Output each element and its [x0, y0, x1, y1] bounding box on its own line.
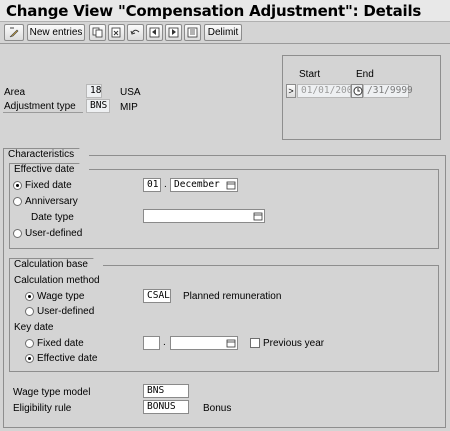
chevron-right-icon: >: [288, 86, 294, 96]
copy-button[interactable]: [89, 24, 106, 41]
calculation-method-label: Calculation method: [14, 275, 100, 286]
eligibility-rule-text: Bonus: [203, 403, 232, 414]
delete-button[interactable]: [108, 24, 125, 41]
select-block-button[interactable]: [184, 24, 201, 41]
effective-date-title: Effective date: [9, 163, 90, 176]
delimit-label: Delimit: [207, 27, 239, 38]
characteristics-title: Characteristics: [3, 148, 90, 161]
anniversary-label: Anniversary: [25, 196, 78, 207]
key-date-label: Key date: [14, 322, 54, 333]
key-day-field[interactable]: [143, 336, 160, 350]
fixed-day-field[interactable]: 01: [143, 178, 161, 192]
date-type-label: Date type: [31, 212, 74, 223]
adjustment-type-field: BNS: [86, 99, 110, 113]
area-label: Area: [4, 87, 26, 98]
adjustment-type-text: MIP: [120, 102, 138, 113]
dropdown-calendar-icon[interactable]: [226, 338, 236, 348]
calendar-icon: [353, 86, 363, 96]
start-label: Start: [299, 69, 321, 80]
key-date-separator: .: [163, 337, 166, 348]
title-bar: Change View "Compensation Adjustment": D…: [0, 0, 450, 22]
eligibility-rule-label: Eligibility rule: [13, 403, 72, 414]
wage-type-label: Wage type: [37, 291, 85, 302]
dropdown-calendar-icon[interactable]: [226, 180, 236, 190]
wage-type-model-field[interactable]: BNS: [143, 384, 189, 398]
previous-entry-icon: [149, 27, 160, 38]
key-fixed-date-radio[interactable]: [25, 339, 34, 348]
select-block-icon: [187, 27, 198, 38]
wage-type-radio[interactable]: [25, 292, 34, 301]
eligibility-rule-field[interactable]: BONUS: [143, 400, 189, 414]
calculation-base-title: Calculation base: [9, 258, 103, 271]
new-entries-button[interactable]: New entries: [27, 24, 85, 41]
end-date-help-button[interactable]: [351, 84, 363, 98]
undo-button[interactable]: [127, 24, 144, 41]
next-entry-button[interactable]: [165, 24, 182, 41]
key-month-field[interactable]: [170, 336, 238, 350]
key-fixed-date-label: Fixed date: [37, 338, 84, 349]
wage-type-text: Planned remuneration: [183, 291, 282, 302]
new-entries-label: New entries: [29, 27, 83, 38]
wage-type-model-label: Wage type model: [13, 387, 91, 398]
display-change-icon: [9, 27, 18, 38]
fixed-month-field[interactable]: December: [170, 178, 238, 192]
display-change-button[interactable]: [4, 24, 24, 41]
fixed-date-separator: .: [164, 179, 167, 190]
previous-entry-button[interactable]: [146, 24, 163, 41]
end-label: End: [356, 69, 374, 80]
calc-user-defined-label: User-defined: [37, 306, 95, 317]
adjustment-type-label-box: Adjustment type: [3, 98, 83, 113]
date-type-field[interactable]: [143, 209, 265, 223]
adjustment-type-label: Adjustment type: [4, 101, 76, 112]
application-toolbar: New entries Delimit: [0, 22, 450, 44]
previous-year-label: Previous year: [263, 338, 325, 349]
area-text: USA: [120, 87, 141, 98]
user-defined-radio[interactable]: [13, 229, 22, 238]
copy-icon: [92, 27, 103, 38]
value-help-icon[interactable]: [253, 211, 263, 221]
window-title: Change View "Compensation Adjustment": D…: [6, 2, 422, 20]
undo-icon: [130, 29, 140, 35]
fixed-date-radio[interactable]: [13, 181, 22, 190]
effective-date-label: Effective date: [37, 353, 98, 364]
anniversary-radio[interactable]: [13, 197, 22, 206]
effective-date-radio[interactable]: [25, 354, 34, 363]
fixed-date-label: Fixed date: [25, 180, 72, 191]
fixed-month-value: December: [174, 179, 220, 190]
validity-expand-button[interactable]: >: [286, 84, 296, 98]
calc-user-defined-radio[interactable]: [25, 307, 34, 316]
next-entry-icon: [168, 27, 179, 38]
wage-type-field[interactable]: CSAL: [143, 289, 171, 303]
delete-icon: [111, 27, 121, 38]
start-date-field: 01/01/2001: [297, 84, 358, 98]
previous-year-checkbox[interactable]: [250, 338, 260, 348]
user-defined-label: User-defined: [25, 228, 83, 239]
delimit-button[interactable]: Delimit: [204, 24, 242, 41]
area-field: 18: [86, 84, 102, 98]
end-date-field: /31/9999: [363, 84, 413, 98]
validity-period-box: Start End > 01/01/2001 /31/9999: [282, 55, 441, 140]
